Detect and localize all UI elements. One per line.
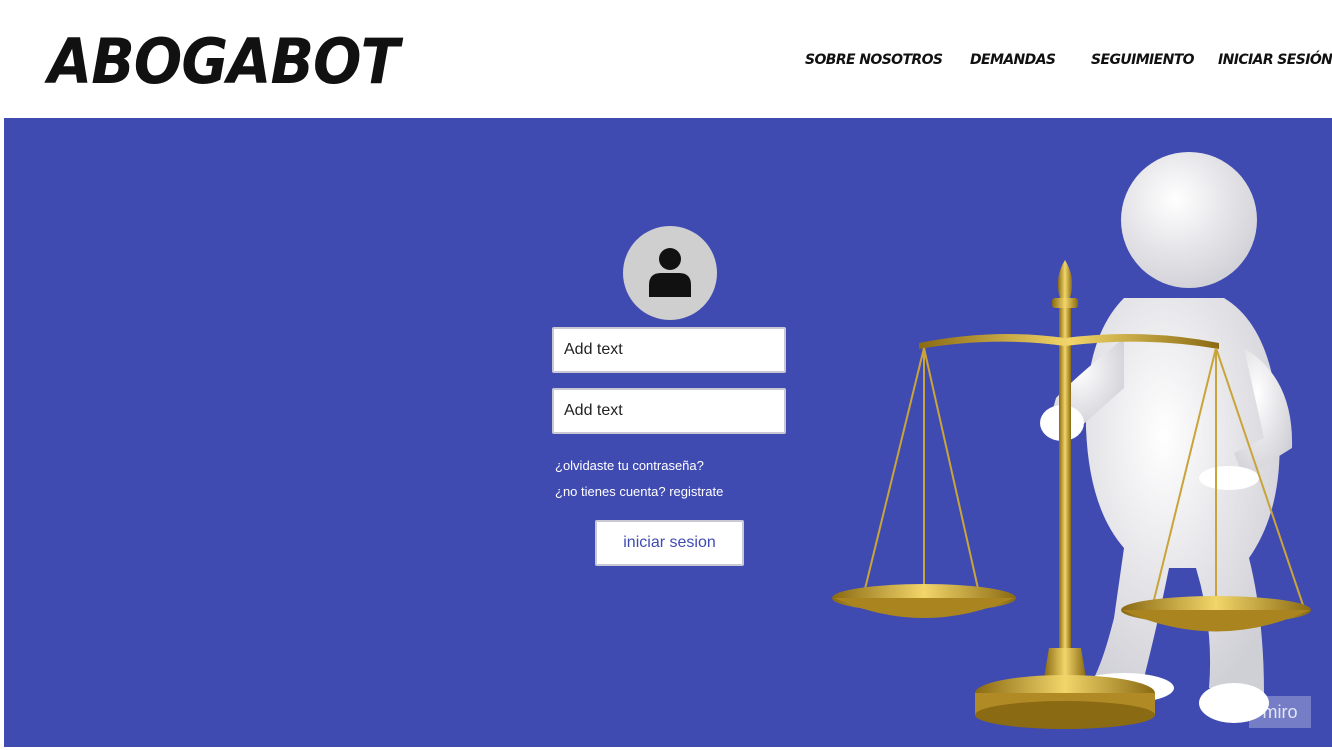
site-header: ABOGABOT SOBRE NOSOTROS DEMANDAS SEGUIMI… [0, 0, 1332, 117]
register-link[interactable]: ¿no tienes cuenta? registrate [555, 484, 723, 499]
logo[interactable]: ABOGABOT [48, 22, 400, 102]
miro-watermark: miro [1249, 696, 1311, 728]
username-field[interactable] [552, 327, 786, 373]
justice-scale-illustration [832, 152, 1311, 729]
nav-iniciar-sesion[interactable]: INICIAR SESIÓN [1218, 52, 1332, 68]
avatar [623, 226, 717, 320]
forgot-password-link[interactable]: ¿olvidaste tu contraseña? [555, 458, 704, 473]
password-field[interactable] [552, 388, 786, 434]
figure-body [1040, 152, 1293, 723]
login-submit-button[interactable]: iniciar sesion [595, 520, 744, 566]
nav-sobre-nosotros[interactable]: SOBRE NOSOTROS [805, 52, 943, 68]
nav-demandas[interactable]: DEMANDAS [970, 52, 1056, 68]
user-icon [649, 248, 691, 297]
nav-seguimiento[interactable]: SEGUIMIENTO [1091, 52, 1195, 68]
hero-section: ¿olvidaste tu contraseña? ¿no tienes cue… [4, 118, 1332, 747]
